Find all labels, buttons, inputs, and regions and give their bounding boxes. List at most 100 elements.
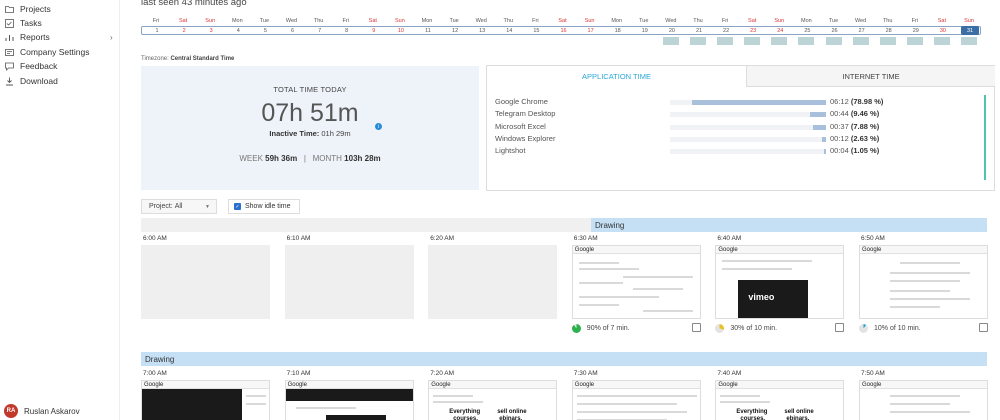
calendar-day[interactable]: 31: [957, 28, 983, 34]
calendar-day[interactable]: 21: [686, 28, 712, 34]
screenshot-content-line: [642, 310, 693, 312]
total-time-panel: TOTAL TIME TODAY 07h 51m Inactive Time: …: [141, 66, 479, 190]
browser-tab-label: Google: [429, 381, 557, 389]
calendar-day[interactable]: 25: [794, 28, 820, 34]
show-idle-time-checkbox[interactable]: ✓ Show idle time: [228, 199, 300, 214]
calendar-day[interactable]: 17: [578, 28, 604, 34]
calendar-activity-bar[interactable]: [690, 37, 706, 45]
app-usage-value: 00:04 (1.05 %): [830, 146, 879, 155]
calendar-activity-bar[interactable]: [744, 37, 761, 45]
calendar-day[interactable]: 14: [496, 28, 522, 34]
calendar-day[interactable]: 11: [415, 28, 441, 34]
calendar-activity-bar[interactable]: [852, 37, 869, 45]
calendar-day[interactable]: 24: [767, 28, 793, 34]
calendar-day[interactable]: 9: [361, 28, 387, 34]
screenshot-thumbnail[interactable]: Google Everything courses. sell online ebina…: [715, 380, 845, 420]
app-percent: (2.63 %): [850, 133, 880, 143]
calendar-weekday: Thu: [313, 18, 324, 24]
screenshot-content-line: [576, 411, 687, 413]
calendar-day[interactable]: 8: [334, 28, 360, 34]
screenshot-thumbnail[interactable]: Google: [859, 245, 988, 319]
app-time: 00:44: [830, 109, 849, 119]
calendar-day[interactable]: 18: [605, 28, 631, 34]
calendar-day[interactable]: 20: [659, 28, 685, 34]
calendar-activity-bar[interactable]: [961, 37, 977, 45]
screenshot-thumbnail[interactable]: Google: [284, 380, 414, 420]
calendar-day[interactable]: 19: [632, 28, 658, 34]
last-seen-text: last seen 43 minutes ago: [141, 0, 247, 8]
calendar-day[interactable]: 7: [307, 28, 333, 34]
calendar-day[interactable]: 10: [388, 28, 414, 34]
sidebar-item-company-settings[interactable]: Company Settings: [4, 45, 89, 59]
calendar-activity-bar[interactable]: [825, 37, 842, 45]
screenshot-content-line: [890, 411, 970, 413]
calendar-day[interactable]: 5: [252, 28, 278, 34]
sidebar-item-feedback[interactable]: Feedback: [4, 59, 57, 73]
info-icon[interactable]: i: [375, 123, 382, 130]
project-filter-select[interactable]: Project: All ▼: [141, 199, 217, 214]
calendar-day[interactable]: 28: [876, 28, 902, 34]
week-month-summary: WEEK 59h 36m | MONTH 103h 28m: [141, 154, 479, 163]
calendar-day[interactable]: 26: [822, 28, 848, 34]
calendar-day[interactable]: 1: [144, 28, 170, 34]
screenshot-content-line: [720, 401, 771, 403]
screenshot-thumbnail[interactable]: Google: [141, 380, 270, 420]
calendar-activity-bar[interactable]: [662, 37, 679, 45]
calendar-day[interactable]: 30: [930, 28, 956, 34]
screenshot-thumbnail[interactable]: Google: [859, 380, 988, 420]
slot-time: 7:50 AM: [861, 370, 885, 377]
scrollbar[interactable]: [984, 95, 986, 180]
calendar-day[interactable]: 29: [903, 28, 929, 34]
calendar-day[interactable]: 13: [469, 28, 495, 34]
slot-time: 6:40 AM: [717, 235, 742, 242]
sidebar-item-label: Download: [20, 76, 58, 86]
calendar-activity-bar[interactable]: [906, 37, 923, 45]
screenshot-thumbnail[interactable]: Google: [571, 245, 701, 319]
month-value: 103h 28m: [344, 154, 381, 163]
calendar-weekday: Wed: [854, 18, 867, 24]
calendar-day[interactable]: 16: [551, 28, 577, 34]
timeline-slot: 6:20 AM: [428, 235, 558, 335]
calendar-weekday: Thu: [693, 18, 703, 24]
calendar-day[interactable]: 6: [280, 28, 306, 34]
timeline-slot: 7:40 AM Google Everything courses. sell onli…: [715, 370, 845, 420]
calendar-day[interactable]: 4: [225, 28, 251, 34]
calendar-weekday: Sun: [205, 18, 216, 24]
calendar-day[interactable]: 3: [198, 28, 224, 34]
sidebar-item-projects[interactable]: Projects: [4, 2, 51, 16]
screenshot-content-line: [722, 268, 793, 270]
tab-application-time[interactable]: APPLICATION TIME: [487, 66, 747, 87]
calendar-activity-bar[interactable]: [879, 37, 896, 45]
sidebar-item-download[interactable]: Download: [4, 74, 58, 88]
caret-down-icon: ▼: [205, 204, 210, 210]
screenshot-thumbnail[interactable]: Google: [571, 380, 701, 420]
calendar-activity-bar[interactable]: [771, 37, 788, 45]
inactive-time-label: Inactive Time:: [269, 129, 320, 138]
calendar-day[interactable]: 12: [442, 28, 468, 34]
sidebar-item-label: Reports: [20, 32, 50, 42]
sidebar-item-tasks[interactable]: Tasks: [4, 16, 42, 30]
screenshot-content-line: [246, 403, 266, 405]
calendar-activity-bar[interactable]: [717, 37, 734, 45]
calendar-activity-bar[interactable]: [933, 37, 950, 45]
calendar-day[interactable]: 27: [849, 28, 875, 34]
screenshot-thumbnail[interactable]: Google vimeo: [715, 245, 845, 319]
browser-tab-label: Google: [716, 381, 844, 389]
calendar-day[interactable]: 15: [523, 28, 549, 34]
screenshot-select-checkbox[interactable]: [835, 323, 845, 332]
user-menu[interactable]: RA Ruslan Askarov: [4, 404, 80, 418]
sidebar-item-reports[interactable]: Reports ›: [4, 30, 120, 44]
download-icon: [4, 76, 14, 86]
calendar-day[interactable]: 2: [171, 28, 197, 34]
screenshot-select-checkbox[interactable]: [979, 323, 988, 332]
screenshot-thumbnail[interactable]: Google Everything courses. sell online ebina…: [428, 380, 558, 420]
calendar-weekday: Sat: [178, 18, 188, 24]
tab-internet-time[interactable]: INTERNET TIME: [747, 66, 995, 87]
calendar-day[interactable]: 23: [740, 28, 766, 34]
calendar-activity-bar[interactable]: [798, 37, 815, 45]
calendar-day[interactable]: 22: [713, 28, 739, 34]
screenshot-content-line: [433, 401, 484, 403]
activity-percent-text: 10% of 10 min.: [874, 324, 921, 332]
slot-time: 7:20 AM: [430, 370, 455, 377]
screenshot-select-checkbox[interactable]: [691, 323, 701, 332]
